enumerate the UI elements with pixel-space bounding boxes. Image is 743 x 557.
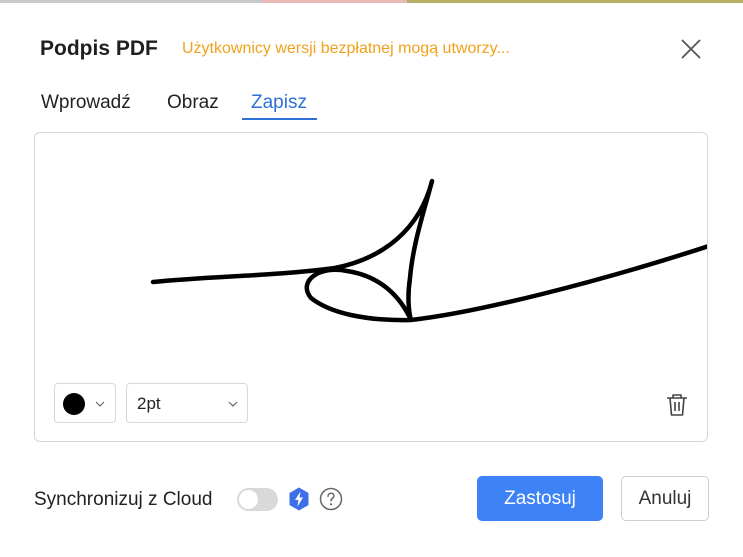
pen-color-select[interactable] [54,383,116,423]
free-version-notice: Użytkownicy wersji bezpłatnej mogą utwor… [182,40,510,57]
trash-icon[interactable] [664,392,690,418]
tab-type[interactable]: Wprowadź [41,92,131,114]
chevron-down-icon [95,401,105,407]
close-icon[interactable] [676,34,706,64]
color-swatch [63,393,85,415]
bolt-icon [289,487,309,511]
tab-draw[interactable]: Zapisz [251,92,307,114]
pen-size-select[interactable]: 2pt [126,383,248,423]
dialog-title: Podpis PDF [40,37,158,60]
help-icon[interactable] [319,487,343,511]
sync-cloud-label: Synchronizuj z Cloud [34,489,213,510]
tab-image[interactable]: Obraz [167,92,219,114]
cancel-button[interactable]: Anuluj [621,476,709,521]
toggle-knob [239,490,258,509]
chevron-down-icon [228,401,238,407]
apply-button[interactable]: Zastosuj [477,476,603,521]
sync-cloud-toggle[interactable] [237,488,278,511]
active-tab-indicator [242,118,317,120]
pen-size-value: 2pt [137,394,161,413]
